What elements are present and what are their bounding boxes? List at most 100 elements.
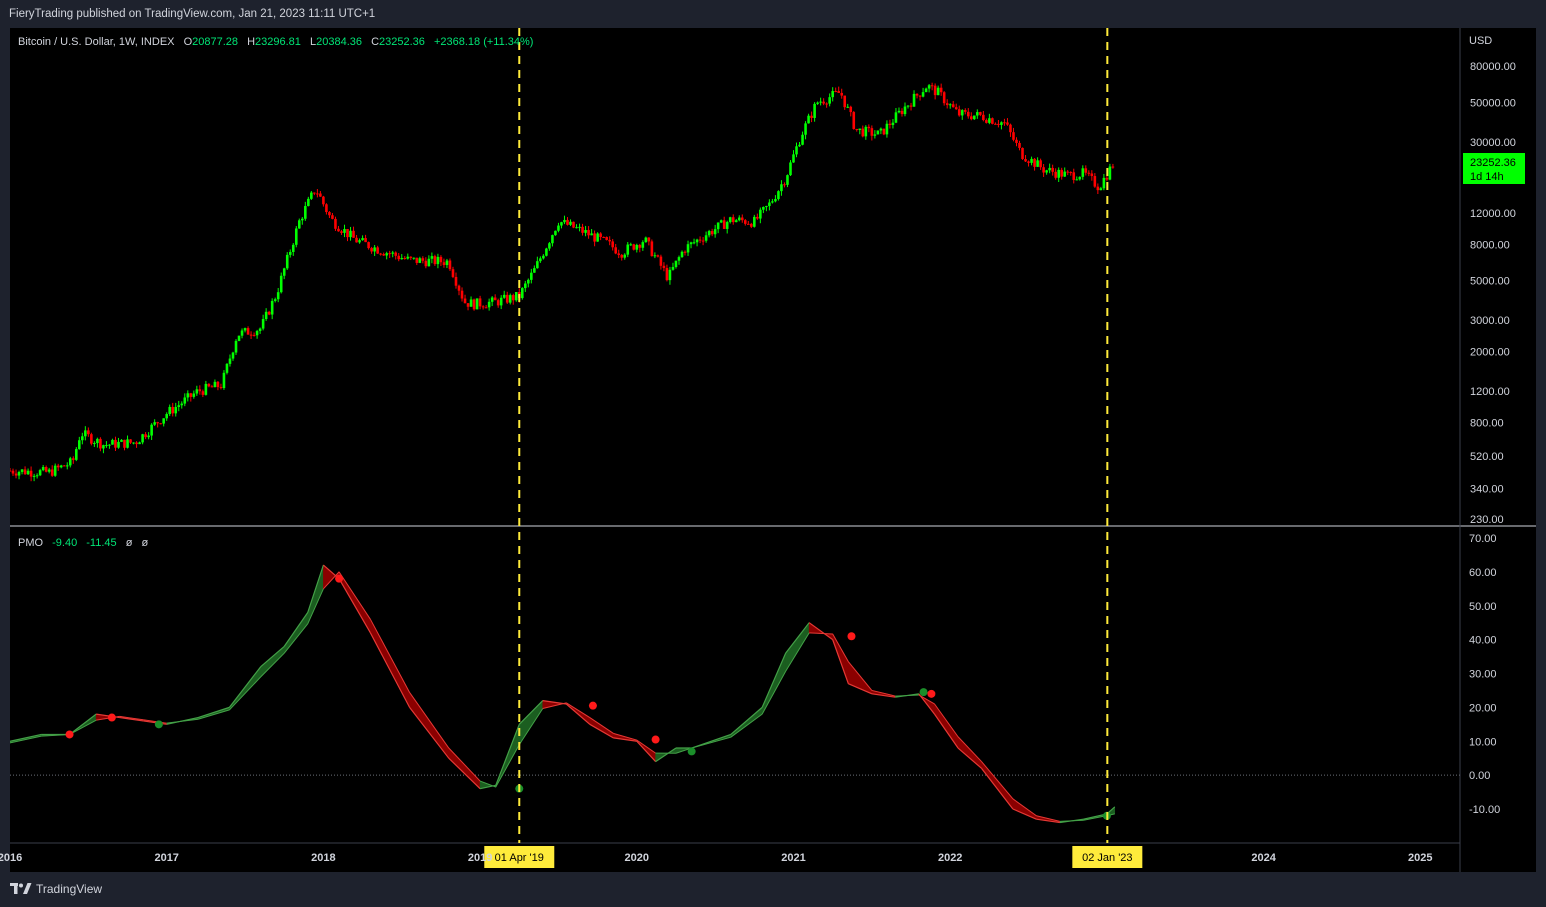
price-tick-label: 1200.00 xyxy=(1470,386,1510,398)
candle-body xyxy=(933,85,937,96)
candle-body xyxy=(542,255,545,259)
time-tick-label: 2018 xyxy=(311,852,335,864)
candle-body xyxy=(936,87,940,96)
brand-name: TradingView xyxy=(36,882,103,896)
candle-body xyxy=(623,254,627,258)
candle-body xyxy=(288,251,292,255)
candle-body xyxy=(795,146,798,155)
candle-body xyxy=(533,268,536,273)
candle-body xyxy=(451,269,455,277)
candle-body xyxy=(575,227,578,229)
symbol-legend[interactable]: Bitcoin / U.S. Dollar, 1W, INDEX O20877.… xyxy=(18,36,533,48)
candle-body xyxy=(144,434,147,438)
candle-body xyxy=(343,229,346,233)
price-tick-label: 230.00 xyxy=(1470,514,1504,526)
candle-body xyxy=(677,257,681,261)
candle-body xyxy=(23,469,27,475)
candle-body xyxy=(316,193,319,195)
high-value: 23296.81 xyxy=(255,36,301,48)
candle-body xyxy=(963,110,967,112)
candle-body xyxy=(954,107,958,110)
candle-body xyxy=(813,103,816,118)
candle-body xyxy=(1024,159,1027,162)
candle-body xyxy=(997,123,1000,125)
candle-body xyxy=(153,422,156,425)
candle-body xyxy=(183,397,187,404)
candle-body xyxy=(1081,168,1085,177)
candle-body xyxy=(29,470,33,477)
candle-body xyxy=(511,295,515,301)
candle-body xyxy=(81,436,84,441)
candle-body xyxy=(297,220,301,229)
candle-body xyxy=(743,220,747,224)
candle-body xyxy=(68,458,72,466)
candle-body xyxy=(725,222,729,229)
pmo-signal-dot xyxy=(588,701,597,710)
candle-body xyxy=(475,298,479,310)
candle-body xyxy=(96,438,99,444)
candle-body xyxy=(463,298,467,304)
candle-body xyxy=(460,290,464,299)
candle-body xyxy=(665,267,669,281)
candle-body xyxy=(888,123,892,125)
tradingview-brand[interactable]: TradingView xyxy=(10,882,102,896)
candle-body xyxy=(1087,172,1091,174)
candle-body xyxy=(26,470,30,475)
candle-body xyxy=(1063,171,1067,177)
pmo-tick-label: 10.00 xyxy=(1469,736,1497,748)
candle-body xyxy=(520,288,524,299)
candle-body xyxy=(240,330,244,336)
candle-body xyxy=(979,112,982,115)
candle-body xyxy=(1078,176,1082,180)
candle-body xyxy=(111,439,114,445)
candle-body xyxy=(261,318,265,329)
candle-body xyxy=(352,230,355,238)
pmo-value-2: -11.45 xyxy=(86,537,116,549)
candle-body xyxy=(879,128,883,131)
candle-body xyxy=(1042,167,1045,173)
candle-body xyxy=(331,215,334,219)
candle-body xyxy=(731,217,735,223)
candle-body xyxy=(638,244,642,248)
candle-body xyxy=(656,255,660,257)
candle-body xyxy=(84,430,87,437)
candle-body xyxy=(301,218,304,221)
candle-body xyxy=(876,130,880,135)
candle-body xyxy=(1033,158,1036,167)
candle-body xyxy=(566,219,569,225)
candle-body xyxy=(710,231,714,235)
candle-body xyxy=(626,244,630,255)
candle-body xyxy=(47,469,51,472)
candle-body xyxy=(807,115,810,124)
chart-background xyxy=(10,28,1536,872)
candle-body xyxy=(382,254,385,256)
time-tick-label: 2021 xyxy=(781,852,805,864)
candle-body xyxy=(177,405,181,407)
candle-body xyxy=(355,237,358,243)
candle-body xyxy=(716,222,720,230)
price-tick-label: 50000.00 xyxy=(1470,97,1516,109)
candle-body xyxy=(1090,173,1094,177)
candle-body xyxy=(662,265,666,268)
candle-body xyxy=(569,221,572,225)
candle-body xyxy=(536,261,539,269)
candle-body xyxy=(783,184,786,186)
candle-body xyxy=(969,116,973,120)
candle-body xyxy=(539,258,542,262)
candle-body xyxy=(780,184,783,192)
candle-body xyxy=(527,279,530,284)
candle-body xyxy=(831,91,834,98)
candle-body xyxy=(945,103,949,106)
time-tick-label: 2022 xyxy=(938,852,962,864)
candle-body xyxy=(810,115,813,118)
pmo-value-1: -9.40 xyxy=(52,537,77,549)
candle-body xyxy=(1084,168,1088,173)
bar-countdown: 1d 14h xyxy=(1470,171,1504,183)
candle-body xyxy=(243,328,247,331)
candle-body xyxy=(746,223,750,225)
candle-body xyxy=(418,258,422,263)
candle-body xyxy=(840,92,844,96)
candle-body xyxy=(1006,122,1009,125)
candle-body xyxy=(508,295,512,303)
candle-body xyxy=(228,358,232,364)
